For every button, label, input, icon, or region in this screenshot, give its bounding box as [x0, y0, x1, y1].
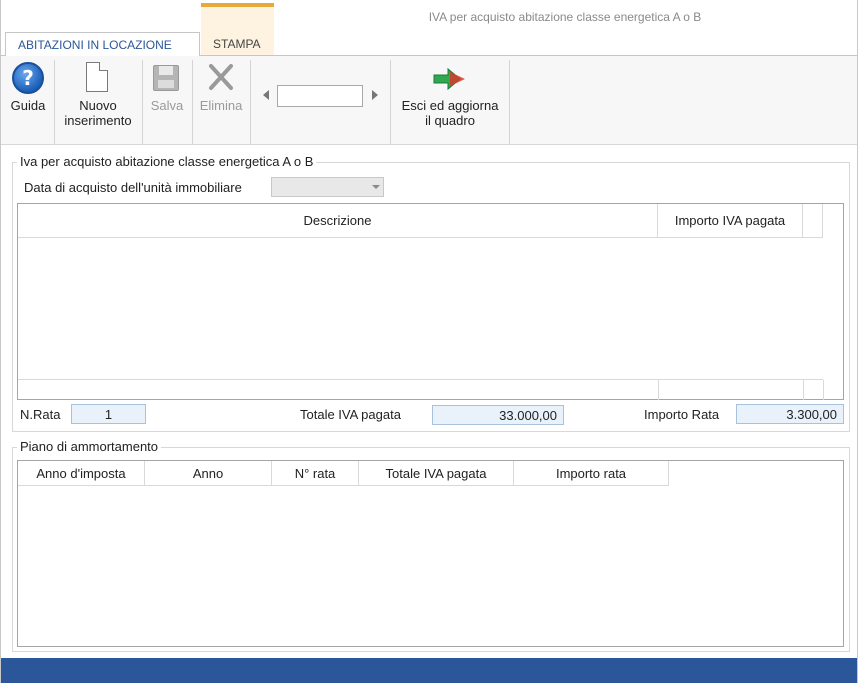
save-button[interactable]: Salva — [145, 62, 189, 113]
new-entry-label-line1: Nuovo — [79, 98, 117, 113]
iva-description-grid[interactable]: Descrizione Importo IVA pagata — [17, 203, 844, 400]
totale-iva-value: 33.000,00 — [432, 405, 564, 425]
toolbar-separator — [54, 60, 55, 144]
status-bar — [1, 658, 857, 683]
save-icon — [153, 62, 181, 94]
column-header-anno[interactable]: Anno — [145, 461, 272, 486]
importo-rata-label: Importo Rata — [644, 407, 720, 422]
column-header-descrizione[interactable]: Descrizione — [18, 204, 658, 238]
new-entry-button[interactable]: Nuovo inserimento — [59, 62, 137, 128]
toolbar-separator — [142, 60, 143, 144]
column-header-anno-imposta[interactable]: Anno d'imposta — [18, 461, 145, 486]
column-header-importo-iva[interactable]: Importo IVA pagata — [658, 204, 803, 238]
help-icon: ? — [12, 62, 44, 94]
importo-rata-value: 3.300,00 — [736, 404, 844, 424]
toolbar-separator — [509, 60, 510, 144]
record-navigator-input[interactable] — [277, 85, 363, 107]
purchase-date-label: Data di acquisto dell'unità immobiliare — [24, 180, 242, 195]
app-window: IVA per acquisto abitazione classe energ… — [0, 0, 858, 683]
toolbar-separator — [250, 60, 251, 144]
piano-groupbox-legend: Piano di ammortamento — [17, 439, 162, 454]
exit-label-line1: Esci ed aggiorna — [401, 98, 499, 113]
exit-and-update-button[interactable]: Esci ed aggiorna il quadro — [393, 62, 507, 128]
grid-footer-row — [18, 379, 824, 400]
n-rata-value: 1 — [71, 404, 146, 424]
toolbar-separator — [390, 60, 391, 144]
help-button-label: Guida — [10, 98, 46, 113]
new-document-icon — [86, 62, 110, 94]
delete-button-label: Elimina — [199, 98, 243, 113]
toolbar-separator — [192, 60, 193, 144]
save-button-label: Salva — [150, 98, 184, 113]
exit-arrow-icon — [432, 62, 468, 94]
title-bar: IVA per acquisto abitazione classe energ… — [1, 0, 857, 55]
column-header-spacer — [803, 204, 823, 238]
purchase-date-value — [272, 179, 276, 193]
exit-label-line2: il quadro — [425, 113, 475, 128]
delete-icon — [207, 62, 235, 94]
chevron-right-icon[interactable] — [372, 90, 378, 100]
window-title: IVA per acquisto abitazione classe energ… — [428, 10, 702, 24]
amortization-grid[interactable]: Anno d'imposta Anno N° rata Totale IVA p… — [17, 460, 844, 647]
iva-groupbox-legend: Iva per acquisto abitazione classe energ… — [17, 154, 317, 169]
column-header-n-rata[interactable]: N° rata — [272, 461, 359, 486]
column-header-importo-rata[interactable]: Importo rata — [514, 461, 669, 486]
n-rata-label: N.Rata — [20, 407, 61, 422]
chevron-down-icon — [372, 185, 380, 189]
delete-button[interactable]: Elimina — [195, 62, 247, 113]
purchase-date-dropdown[interactable] — [271, 177, 384, 197]
help-button[interactable]: ? Guida — [7, 62, 49, 113]
tab-abitazioni-in-locazione[interactable]: ABITAZIONI IN LOCAZIONE — [5, 32, 200, 56]
tab-stampa[interactable]: STAMPA — [201, 32, 274, 56]
column-header-totale-iva[interactable]: Totale IVA pagata — [359, 461, 514, 486]
new-entry-label-line2: inserimento — [64, 113, 132, 128]
ribbon-toolbar: ? Guida Nuovo inserimento Salva Elimina — [1, 55, 857, 145]
chevron-left-icon[interactable] — [263, 90, 269, 100]
totale-iva-label: Totale IVA pagata — [300, 407, 401, 422]
